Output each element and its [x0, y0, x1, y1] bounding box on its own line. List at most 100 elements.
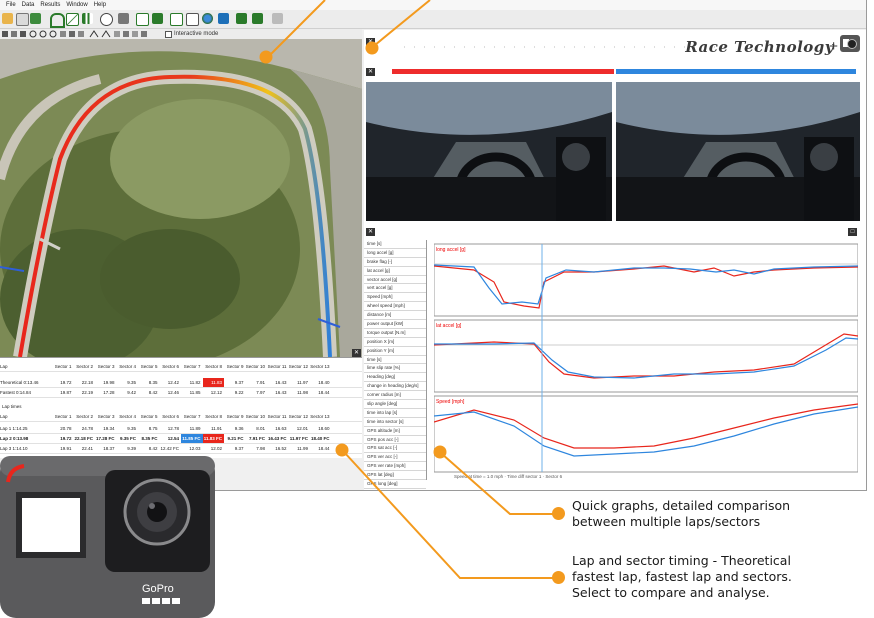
timing-cell: 11.83 FC: [202, 434, 224, 443]
timing-cell: 19.98: [103, 380, 115, 385]
document-icon[interactable]: [16, 13, 29, 26]
chart-window-icon[interactable]: [136, 13, 149, 26]
timing-cell: 9.35 FC: [119, 436, 136, 441]
gopro-camera-image: GoPro: [0, 456, 215, 618]
menu-window[interactable]: Window: [66, 2, 87, 8]
timing-row[interactable]: Fastest 0:14.84 19.87 22.19 17.28 9.42 8.42 12…: [0, 388, 362, 398]
channel-item[interactable]: vector accel [g]: [364, 276, 426, 285]
timing-cell: 17.28 FC: [95, 436, 115, 441]
channel-item[interactable]: lime slip rate [%]: [364, 364, 426, 374]
timing-header-cell: Lap: [0, 414, 8, 419]
line-graph-icon[interactable]: [66, 13, 79, 26]
scrub-bar[interactable]: [404, 42, 724, 62]
callout-graphs: Quick graphs, detailed comparison betwee…: [572, 498, 790, 530]
channel-item[interactable]: time into lap [s]: [364, 409, 426, 418]
timing-cell: 11.91: [211, 426, 222, 431]
timing-header-cell: Sector 8: [205, 414, 222, 419]
table-window-icon[interactable]: [152, 13, 163, 24]
channel-item[interactable]: torque output [N.m]: [364, 329, 426, 338]
timing-cell: 8.42: [148, 390, 158, 395]
open-file-icon[interactable]: [2, 13, 13, 24]
save-icon[interactable]: [30, 13, 41, 24]
satellite-map-image: [0, 39, 362, 357]
menu-results[interactable]: Results: [40, 2, 60, 8]
timing-header-row[interactable]: Lap Sector 1 Sector 2 Sector 3 Sector 4 Secto…: [0, 412, 362, 422]
channel-item[interactable]: brake flag [-]: [364, 258, 426, 267]
lap-timing-table[interactable]: ✕ Lap Sector 1 Sector 2 Sector 3 Sector 4 Sec…: [0, 349, 362, 458]
interactive-mode-checkbox[interactable]: [165, 31, 172, 38]
channel-item[interactable]: lat accel [g]: [364, 267, 426, 276]
globe-icon[interactable]: [202, 13, 213, 24]
graph-panel-maximize-icon[interactable]: □: [848, 228, 857, 236]
timing-cell: 9.35: [127, 426, 136, 431]
channel-item[interactable]: time [s]: [364, 240, 426, 249]
xy-plot-icon[interactable]: [170, 13, 183, 26]
graph-panel-2: lat accel [g]: [433, 319, 859, 393]
timing-cell: 22.18: [81, 380, 93, 385]
camera-logo-icon: [840, 35, 860, 52]
timing-cell: Lap 1 1:14.25: [0, 426, 28, 431]
timing-header-cell: Sector 2: [76, 414, 93, 419]
timing-cell: 18.44: [318, 446, 330, 451]
track-map[interactable]: [0, 39, 362, 357]
timing-header-cell: Sector 10: [245, 364, 265, 369]
callout-graphs-line2: between multiple laps/sectors: [572, 514, 761, 529]
lap-b-bar[interactable]: [616, 69, 856, 74]
timing-cell: 19.87: [60, 390, 72, 395]
graph-panel-close-icon[interactable]: ✕: [366, 228, 375, 236]
timing-header-cell: Lap: [0, 364, 8, 369]
report-icon[interactable]: [186, 13, 199, 26]
timing-cell: 11.99: [297, 446, 308, 451]
timing-row[interactable]: Theoretical 0:13.46 19.72 22.18 19.98 9.35 8.…: [0, 378, 362, 388]
bar-graph-icon[interactable]: [82, 13, 93, 24]
menu-data[interactable]: Data: [22, 2, 35, 8]
timing-cell: 22.18 FC: [74, 436, 93, 441]
channel-item[interactable]: vert accel [g]: [364, 284, 426, 294]
map-tool-icons[interactable]: [0, 29, 160, 39]
timing-cell: 11.85 FC: [181, 434, 203, 443]
timing-cell: 11.97 FC: [289, 436, 308, 441]
menu-file[interactable]: File: [6, 2, 16, 8]
timing-cell: 16.43: [275, 390, 287, 395]
timing-cell: 12.78: [167, 426, 179, 431]
stopwatch-icon[interactable]: [100, 13, 113, 26]
callout-lines-top: [259, 0, 431, 64]
timing-cell: 17.28: [103, 390, 115, 395]
satellite-icon[interactable]: [118, 13, 129, 24]
timing-cell: 7.98: [256, 446, 265, 451]
channel-item[interactable]: long accel [g]: [364, 249, 426, 258]
timing-header-cell: Sector 11: [267, 414, 287, 419]
video-lap-a[interactable]: [366, 82, 612, 221]
timing-header-row[interactable]: Lap Sector 1 Sector 2 Sector 3 Sector 4 Secto…: [0, 362, 362, 372]
menu-help[interactable]: Help: [94, 2, 106, 8]
channel-item[interactable]: position X [m]: [364, 338, 426, 347]
timing-panel-close-icon[interactable]: ✕: [352, 349, 361, 357]
timing-header-cell: Sector 4: [119, 414, 136, 419]
callout-timing-line3: Select to compare and analyse.: [572, 585, 770, 600]
callout-dot-timing: [552, 571, 565, 584]
channel-item[interactable]: slip angle [deg]: [364, 400, 426, 409]
channel-item[interactable]: corner radius [m]: [364, 391, 426, 401]
callout-dot-graphs: [552, 507, 565, 520]
analysis-software-window: File Data Results Window Help Interactive mo…: [0, 0, 867, 491]
timing-row[interactable]: Lap 2 0:13.98 19.72 22.18 FC 17.28 FC 9.35 F…: [0, 434, 362, 444]
timing-cell: 16.52: [275, 446, 287, 451]
channel-item[interactable]: Heading [deg]: [364, 373, 426, 383]
timing-cell: 11.85: [189, 390, 201, 395]
timing-cell: 11.98: [297, 390, 308, 395]
video-lap-b[interactable]: [616, 82, 860, 221]
channel-item[interactable]: time [s]: [364, 356, 426, 365]
channel-item[interactable]: position Y [m]: [364, 347, 426, 356]
play-video-icon[interactable]: [218, 13, 229, 24]
timing-row[interactable]: Lap 1 1:14.25 20.78 24.78 19.34 9.35 8.75 12.7…: [0, 424, 362, 434]
graph-title-3: Speed [mph]: [436, 399, 465, 405]
channel-item[interactable]: wheel speed [mph]: [364, 302, 426, 312]
channel-item[interactable]: distance [m]: [364, 311, 426, 321]
timing-cell: 18.44: [318, 390, 330, 395]
channel-item[interactable]: Speed [mph]: [364, 293, 426, 303]
channel-item[interactable]: change in heading [deg/s]: [364, 382, 426, 392]
timing-cell: 7.91 FC: [248, 436, 265, 441]
channel-item[interactable]: time into sector [s]: [364, 418, 426, 427]
channel-item[interactable]: power output [kW]: [364, 320, 426, 329]
track-icon[interactable]: [50, 13, 65, 28]
